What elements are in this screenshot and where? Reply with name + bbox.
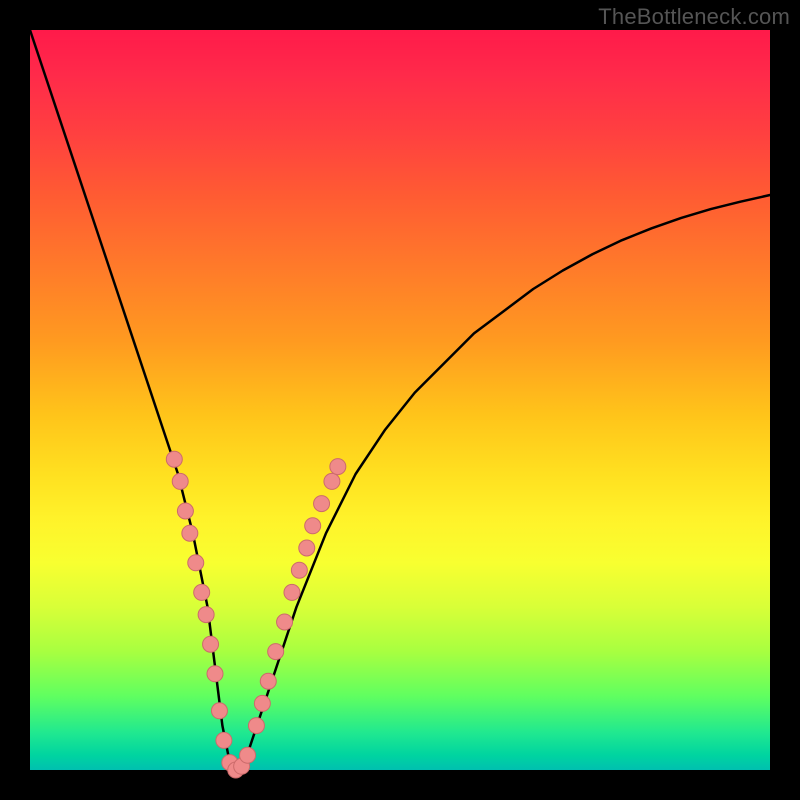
data-point [291, 562, 307, 578]
data-point [268, 644, 284, 660]
data-point [216, 732, 232, 748]
data-point [203, 636, 219, 652]
data-point [177, 503, 193, 519]
data-point [305, 518, 321, 534]
watermark-text: TheBottleneck.com [598, 4, 790, 30]
data-point [254, 695, 270, 711]
data-point [188, 555, 204, 571]
bottleneck-curve [30, 30, 770, 770]
data-point [211, 703, 227, 719]
plot-area [30, 30, 770, 770]
chart-frame: TheBottleneck.com [0, 0, 800, 800]
data-point [194, 584, 210, 600]
data-markers [166, 451, 346, 778]
data-point [207, 666, 223, 682]
data-point [240, 747, 256, 763]
data-point [172, 473, 188, 489]
data-point [260, 673, 276, 689]
data-point [299, 540, 315, 556]
data-point [314, 496, 330, 512]
data-point [277, 614, 293, 630]
data-point [182, 525, 198, 541]
data-point [166, 451, 182, 467]
data-point [324, 473, 340, 489]
data-point [198, 607, 214, 623]
data-point [330, 459, 346, 475]
data-point [284, 584, 300, 600]
chart-svg [30, 30, 770, 770]
data-point [248, 718, 264, 734]
